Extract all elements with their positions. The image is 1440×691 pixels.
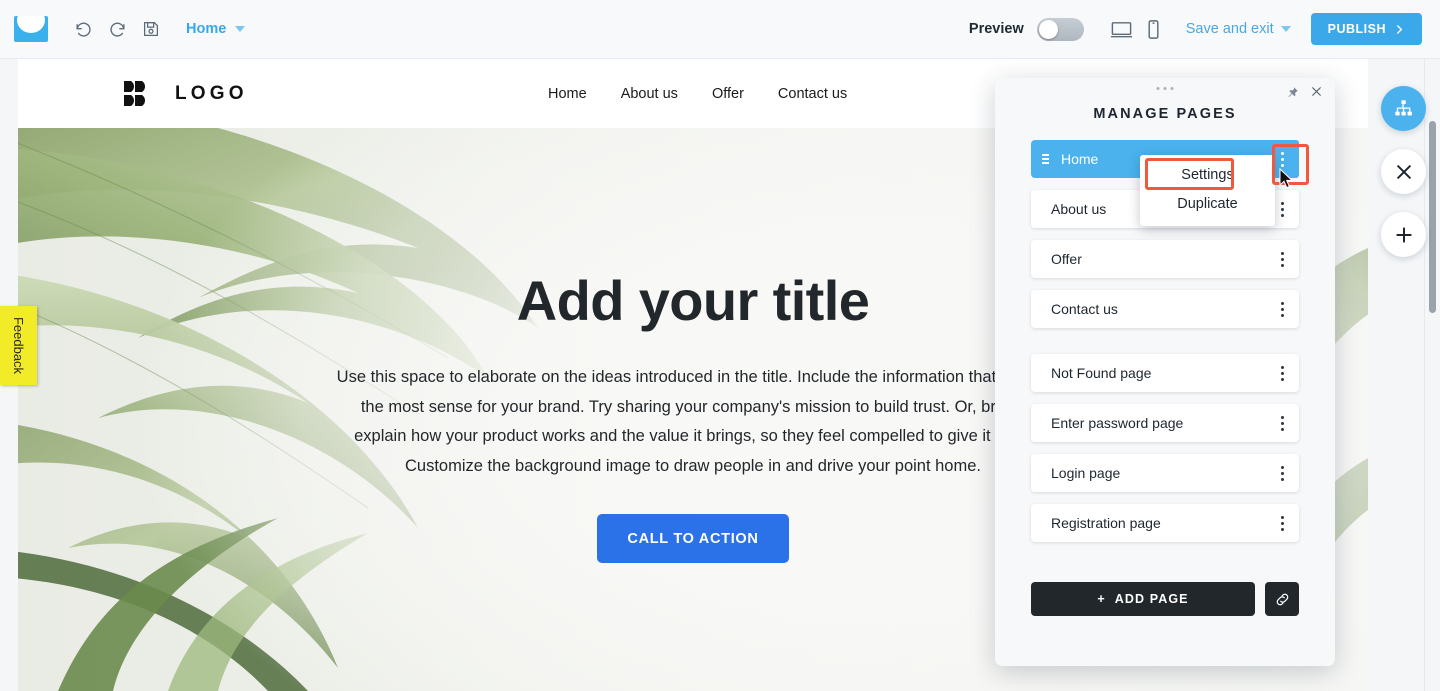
- page-options-kebab-icon[interactable]: [1265, 504, 1299, 542]
- close-icon[interactable]: [1381, 149, 1426, 194]
- context-menu-item-duplicate[interactable]: Duplicate: [1140, 189, 1275, 218]
- page-context-menu: Settings Duplicate: [1140, 155, 1275, 226]
- page-row-registration-page[interactable]: Registration page: [1031, 504, 1299, 542]
- page-row-login-page[interactable]: Login page: [1031, 454, 1299, 492]
- page-label: Enter password page: [1051, 415, 1184, 431]
- page-label: Registration page: [1051, 515, 1161, 531]
- site-nav-item-home[interactable]: Home: [548, 86, 587, 102]
- page-label: Home: [1061, 151, 1099, 167]
- pin-icon[interactable]: [1286, 86, 1299, 104]
- drag-handle-icon[interactable]: [1042, 154, 1052, 164]
- floating-action-buttons: [1381, 86, 1426, 257]
- page-label: Offer: [1051, 251, 1082, 267]
- page-label: Not Found page: [1051, 365, 1152, 381]
- page-options-kebab-icon[interactable]: [1265, 290, 1299, 328]
- toggle-knob: [1038, 19, 1058, 39]
- close-icon[interactable]: [1310, 85, 1323, 103]
- add-icon[interactable]: [1381, 212, 1426, 257]
- preview-toggle[interactable]: [1036, 17, 1084, 41]
- page-row-contact-us[interactable]: Contact us: [1031, 290, 1299, 328]
- canvas-vertical-scrollbar[interactable]: [1424, 59, 1440, 691]
- page-label: Contact us: [1051, 301, 1118, 317]
- feedback-label: Feedback: [11, 316, 26, 375]
- add-page-label: ADD PAGE: [1114, 592, 1189, 606]
- context-menu-item-settings[interactable]: Settings: [1140, 160, 1275, 189]
- save-and-exit-button[interactable]: Save and exit: [1186, 21, 1291, 37]
- page-options-kebab-icon[interactable]: [1265, 404, 1299, 442]
- site-nav: Home About us Offer Contact us: [548, 59, 847, 128]
- mouse-cursor-icon: [1279, 168, 1294, 189]
- site-logo-text: LOGO: [175, 82, 248, 104]
- publish-label: PUBLISH: [1327, 22, 1386, 36]
- scrollbar-thumb[interactable]: [1429, 121, 1436, 313]
- link-chain-icon[interactable]: [1265, 582, 1299, 616]
- page-label: Login page: [1051, 465, 1121, 481]
- drag-grip-icon[interactable]: [1156, 87, 1174, 90]
- redo-icon[interactable]: [100, 12, 134, 46]
- page-options-kebab-icon[interactable]: [1265, 454, 1299, 492]
- chevron-right-icon: [1396, 24, 1403, 34]
- panel-title: MANAGE PAGES: [1093, 106, 1237, 122]
- brand-mark-icon: [124, 80, 146, 106]
- hero-body-text[interactable]: Use this space to elaborate on the ideas…: [333, 363, 1053, 481]
- site-nav-item-about-us[interactable]: About us: [621, 86, 678, 102]
- publish-button[interactable]: PUBLISH: [1310, 13, 1422, 45]
- undo-icon[interactable]: [66, 12, 100, 46]
- add-page-plus-icon: +: [1097, 592, 1106, 606]
- sitemap-icon[interactable]: [1381, 86, 1426, 131]
- add-page-button[interactable]: + ADD PAGE: [1031, 582, 1255, 616]
- feedback-tab[interactable]: Feedback: [0, 306, 37, 385]
- panel-footer: + ADD PAGE: [1031, 582, 1299, 616]
- save-and-exit-label: Save and exit: [1185, 21, 1274, 37]
- site-logo[interactable]: LOGO: [122, 79, 248, 109]
- builder-app: Home Preview Save and exit PUBLISH LOGO …: [0, 0, 1440, 691]
- page-options-kebab-icon[interactable]: [1265, 240, 1299, 278]
- page-row-enter-password-page[interactable]: Enter password page: [1031, 404, 1299, 442]
- call-to-action-button[interactable]: CALL TO ACTION: [597, 514, 789, 563]
- list-divider-space: [1031, 340, 1299, 354]
- toolbar-left-group: Home: [0, 12, 246, 46]
- site-nav-item-contact-us[interactable]: Contact us: [778, 86, 847, 102]
- page-selector-dropdown[interactable]: Home: [186, 21, 246, 37]
- save-disk-icon[interactable]: [134, 12, 168, 46]
- toolbar-right-group: Preview Save and exit PUBLISH: [969, 13, 1440, 45]
- page-options-kebab-icon[interactable]: [1265, 354, 1299, 392]
- hero-title[interactable]: Add your title: [517, 268, 870, 333]
- mobile-phone-icon[interactable]: [1138, 13, 1170, 45]
- desktop-monitor-icon[interactable]: [1106, 13, 1138, 45]
- page-selector-label: Home: [186, 21, 227, 37]
- mail-logo-icon[interactable]: [14, 16, 48, 42]
- page-row-not-found-page[interactable]: Not Found page: [1031, 354, 1299, 392]
- site-nav-item-offer[interactable]: Offer: [712, 86, 744, 102]
- page-row-offer[interactable]: Offer: [1031, 240, 1299, 278]
- chevron-down-icon: [1280, 26, 1291, 32]
- page-label: About us: [1051, 201, 1107, 217]
- preview-label: Preview: [968, 21, 1024, 37]
- chevron-down-icon: [235, 26, 246, 32]
- top-toolbar: Home Preview Save and exit PUBLISH: [0, 0, 1440, 59]
